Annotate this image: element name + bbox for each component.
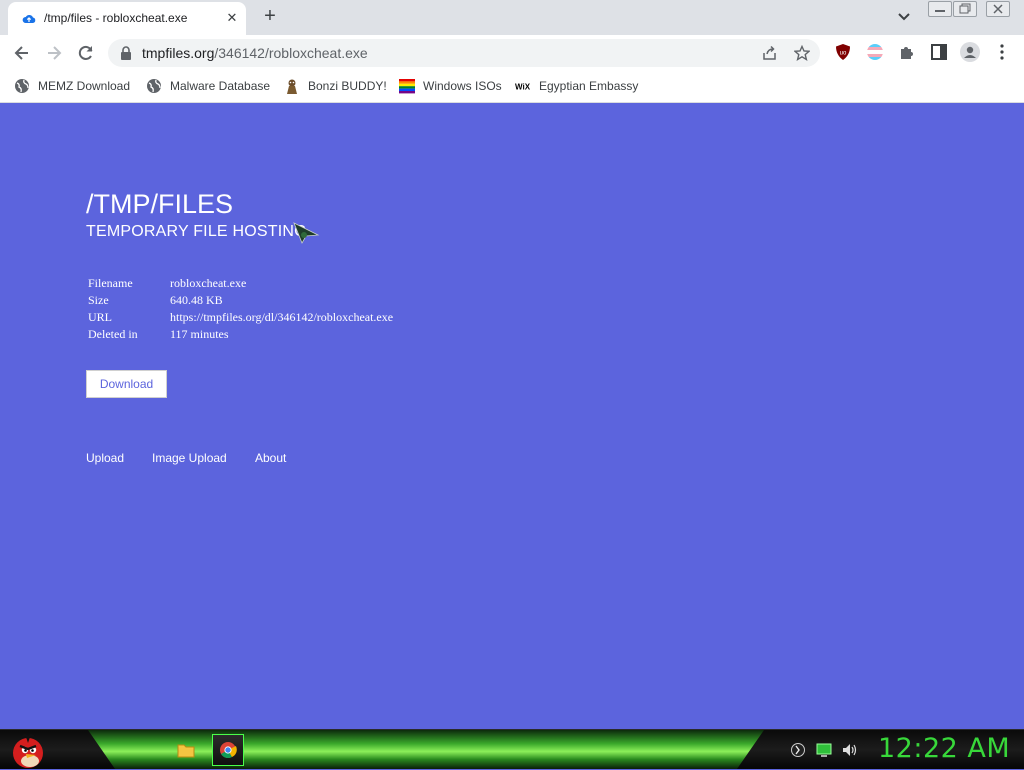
download-button[interactable]: Download: [86, 370, 167, 398]
network-monitor-icon[interactable]: [816, 742, 832, 758]
animated-cursor-icon: [293, 222, 320, 244]
bookmark-bonzi-buddy[interactable]: Bonzi BUDDY!: [284, 75, 387, 97]
close-tab-icon[interactable]: ✕: [224, 10, 240, 26]
app-tray-icon[interactable]: [790, 742, 806, 758]
bonzi-icon: [287, 79, 297, 94]
minimize-icon: [935, 10, 945, 12]
bookmark-star-icon[interactable]: [794, 45, 810, 61]
trans-flag-extension-icon[interactable]: [866, 43, 884, 61]
taskbar: 12:22 AM: [0, 729, 1024, 769]
forward-arrow-icon[interactable]: [44, 43, 64, 63]
back-arrow-icon[interactable]: [12, 43, 32, 63]
globe-icon: [147, 79, 161, 93]
taskbar-clock[interactable]: 12:22 AM: [878, 733, 1010, 764]
new-tab-icon[interactable]: +: [258, 6, 282, 28]
side-panel-icon[interactable]: [930, 43, 948, 61]
restore-icon: [959, 3, 971, 14]
browser-toolbar: tmpfiles.org/346142/robloxcheat.exe uo: [0, 35, 1024, 70]
chevron-down-icon[interactable]: [896, 10, 912, 24]
image-upload-link[interactable]: Image Upload: [152, 451, 227, 465]
file-info-label: Filename: [88, 276, 133, 290]
page-subtitle: TEMPORARY FILE HOSTING: [86, 223, 307, 240]
table-row: Size 640.48 KB: [86, 293, 395, 310]
url-path: /346142/robloxcheat.exe: [214, 45, 368, 61]
bookmark-malware-database[interactable]: Malware Database: [146, 75, 270, 97]
tab-title: /tmp/files - robloxcheat.exe: [44, 11, 188, 25]
wix-icon: WiX: [515, 83, 531, 92]
angry-bird-start-icon[interactable]: [8, 731, 48, 769]
about-link[interactable]: About: [255, 451, 286, 465]
chrome-taskbar-button[interactable]: [212, 734, 244, 766]
url-text[interactable]: tmpfiles.org/346142/robloxcheat.exe: [142, 45, 368, 61]
file-info-label: Deleted in: [88, 327, 138, 341]
bookmark-egyptian-embassy[interactable]: WiX Egyptian Embassy: [515, 75, 638, 97]
globe-icon: [15, 79, 29, 93]
lock-icon[interactable]: [120, 46, 132, 60]
svg-text:WiX: WiX: [515, 83, 531, 92]
table-row: Deleted in 117 minutes: [86, 327, 395, 344]
file-info-label: URL: [88, 310, 112, 324]
file-info-value: 117 minutes: [170, 327, 229, 341]
ublock-origin-icon[interactable]: uo: [834, 43, 852, 61]
bookmark-label: Bonzi BUDDY!: [308, 79, 387, 93]
file-info-value: robloxcheat.exe: [170, 276, 247, 290]
tab-strip: /tmp/files - robloxcheat.exe ✕ +: [0, 0, 1024, 35]
minimize-button[interactable]: [928, 1, 952, 17]
address-bar[interactable]: tmpfiles.org/346142/robloxcheat.exe: [108, 39, 820, 67]
volume-icon[interactable]: [842, 742, 858, 758]
file-info-table: Filename robloxcheat.exe Size 640.48 KB …: [86, 276, 395, 344]
menu-kebab-icon[interactable]: [994, 43, 1010, 61]
extensions-puzzle-icon[interactable]: [898, 43, 916, 61]
bookmark-memz-download[interactable]: MEMZ Download: [14, 75, 130, 97]
bookmarks-bar: MEMZ Download Malware Database Bonzi BUD…: [0, 70, 1024, 103]
svg-text:uo: uo: [840, 51, 847, 57]
restore-button[interactable]: [953, 1, 977, 17]
share-icon[interactable]: [762, 45, 778, 61]
file-info-value: 640.48 KB: [170, 293, 223, 307]
table-row: URL https://tmpfiles.org/dl/346142/roblo…: [86, 310, 395, 327]
bookmark-label: Malware Database: [170, 79, 271, 93]
upload-link[interactable]: Upload: [86, 451, 124, 465]
file-explorer-icon[interactable]: [170, 734, 202, 766]
close-window-button[interactable]: [986, 1, 1010, 17]
rainbow-flag-icon: [399, 79, 415, 94]
bookmark-windows-isos[interactable]: Windows ISOs: [399, 75, 502, 97]
profile-avatar-icon[interactable]: [960, 42, 980, 62]
browser-tab[interactable]: /tmp/files - robloxcheat.exe ✕: [8, 2, 246, 35]
close-icon: [993, 4, 1003, 14]
bookmark-label: Egyptian Embassy: [539, 79, 639, 93]
bookmark-label: Windows ISOs: [423, 79, 502, 93]
page-title: /TMP/FILES: [86, 189, 234, 219]
file-url-value[interactable]: https://tmpfiles.org/dl/346142/robloxche…: [168, 310, 395, 327]
url-host: tmpfiles.org: [142, 45, 215, 61]
chrome-icon: [220, 742, 237, 759]
bookmark-label: MEMZ Download: [38, 79, 131, 93]
cloud-upload-icon: [22, 14, 36, 23]
table-row: Filename robloxcheat.exe: [86, 276, 395, 293]
page-content: /TMP/FILES TEMPORARY FILE HOSTING Filena…: [0, 103, 1024, 729]
file-info-label: Size: [88, 293, 109, 307]
reload-icon[interactable]: [76, 43, 96, 63]
